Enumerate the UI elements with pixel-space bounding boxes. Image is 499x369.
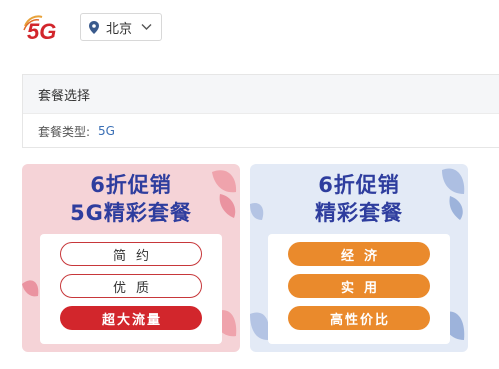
- package-card-5g[interactable]: 6折促销 5G精彩套餐 简约 优质 超大流量: [22, 164, 240, 352]
- chevron-down-icon: [141, 24, 152, 30]
- option-economy-button[interactable]: 经济: [288, 242, 430, 266]
- card-options: 经济 实用 高性价比: [268, 234, 450, 344]
- option-quality-button[interactable]: 优质: [60, 274, 202, 298]
- package-type-row: 套餐类型: 5G: [23, 114, 499, 148]
- card-title-line1: 6折促销: [318, 173, 400, 197]
- city-selector[interactable]: 北京: [80, 13, 162, 41]
- logo-text: 5G: [27, 19, 56, 42]
- option-practical-button[interactable]: 实用: [288, 274, 430, 298]
- 5g-logo[interactable]: 5G: [22, 12, 66, 42]
- map-pin-icon: [89, 20, 99, 34]
- card-options: 简约 优质 超大流量: [40, 234, 222, 344]
- package-type-label: 套餐类型:: [38, 124, 91, 139]
- option-large-data-button[interactable]: 超大流量: [60, 306, 202, 330]
- svg-text:5G: 5G: [27, 19, 56, 42]
- option-simple-button[interactable]: 简约: [60, 242, 202, 266]
- package-type-value[interactable]: 5G: [98, 124, 115, 138]
- city-label: 北京: [106, 21, 133, 37]
- card-title-line1: 6折促销: [90, 173, 172, 197]
- card-title-line2: 精彩套餐: [315, 201, 403, 225]
- option-value-button[interactable]: 高性价比: [288, 306, 430, 330]
- card-title-line2: 5G精彩套餐: [70, 201, 192, 225]
- package-card-standard[interactable]: 6折促销 精彩套餐 经济 实用 高性价比: [250, 164, 468, 352]
- package-panel: 套餐选择 套餐类型: 5G: [22, 74, 499, 148]
- package-panel-title: 套餐选择: [23, 75, 499, 114]
